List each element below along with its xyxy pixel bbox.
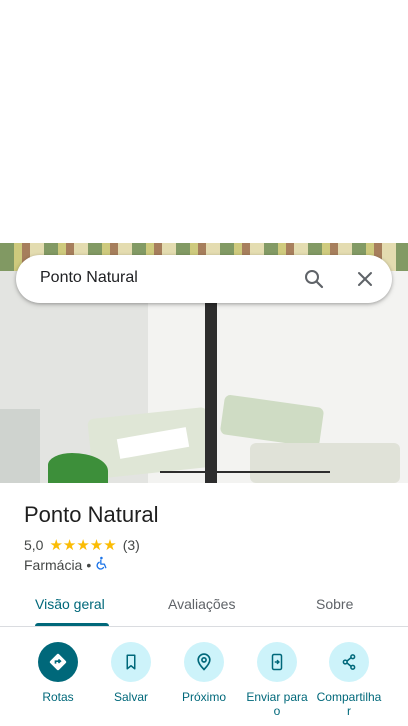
directions-label: Rotas [42, 690, 74, 704]
review-count: (3) [122, 537, 140, 553]
directions-button[interactable]: Rotas [23, 642, 93, 704]
nearby-label: Próximo [181, 690, 226, 704]
photo-shelf [0, 409, 40, 483]
star-rating: ★★★★★ [49, 537, 117, 554]
tab-about[interactable]: Sobre [316, 596, 353, 612]
send-to-phone-icon [257, 642, 297, 682]
tab-divider [0, 626, 408, 627]
share-icon [329, 642, 369, 682]
bookmark-icon [111, 642, 151, 682]
tab-reviews[interactable]: Avaliações [168, 596, 235, 612]
photo-wire [160, 471, 330, 473]
send-to-phone-label: Enviar para o [246, 690, 308, 718]
rating-row[interactable]: 5,0 ★★★★★ (3) [24, 536, 140, 554]
save-label: Salvar [113, 690, 148, 704]
category-row: Farmácia • [24, 556, 109, 573]
wheelchair-accessible-icon[interactable] [95, 556, 109, 573]
search-bar[interactable]: Ponto Natural [16, 255, 392, 303]
tab-overview[interactable]: Visão geral [35, 596, 105, 612]
search-icon[interactable] [302, 267, 326, 291]
separator-dot: • [86, 556, 92, 573]
save-button[interactable]: Salvar [96, 642, 166, 704]
close-icon[interactable] [353, 267, 377, 291]
search-query[interactable]: Ponto Natural [40, 269, 138, 287]
directions-icon [38, 642, 78, 682]
category-label: Farmácia [24, 556, 83, 573]
nearby-button[interactable]: Próximo [169, 642, 239, 704]
share-label: Compartilha r [316, 690, 382, 718]
share-button[interactable]: Compartilha r [314, 642, 384, 718]
nearby-icon [184, 642, 224, 682]
map-area [0, 0, 408, 243]
photo-goods [250, 443, 400, 483]
rating-value: 5,0 [24, 537, 44, 553]
place-title: Ponto Natural [24, 502, 159, 527]
send-to-phone-button[interactable]: Enviar para o [242, 642, 312, 718]
